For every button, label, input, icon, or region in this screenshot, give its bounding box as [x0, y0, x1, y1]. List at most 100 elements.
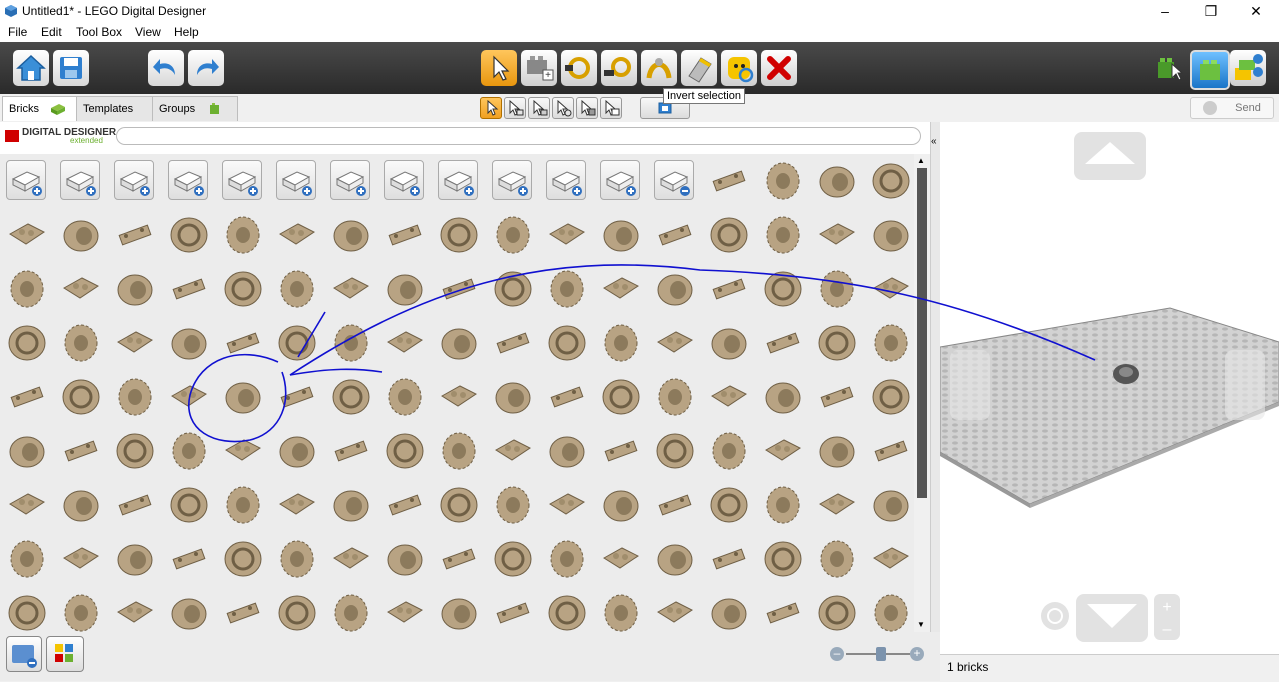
brick-part-icon[interactable] — [490, 374, 536, 420]
brick-category-button[interactable] — [114, 160, 154, 200]
building-guide-button[interactable] — [1230, 50, 1266, 86]
search-input[interactable] — [116, 127, 921, 145]
brick-part-icon[interactable] — [706, 482, 752, 528]
brick-part-icon[interactable] — [274, 266, 320, 312]
tab-bricks[interactable]: Bricks — [2, 96, 78, 121]
brick-part-icon[interactable] — [4, 482, 50, 528]
brick-part-icon[interactable] — [328, 482, 374, 528]
brick-category-button[interactable] — [330, 160, 370, 200]
scroll-up-icon[interactable]: ▲ — [917, 156, 925, 165]
brick-part-icon[interactable] — [598, 320, 644, 366]
select-connected-button[interactable] — [504, 97, 526, 119]
save-button[interactable] — [53, 50, 89, 86]
brick-category-button[interactable] — [600, 160, 640, 200]
palette-scroll-thumb[interactable] — [917, 168, 927, 498]
brick-part-icon[interactable] — [220, 266, 266, 312]
brick-part-icon[interactable] — [382, 428, 428, 474]
brick-part-icon[interactable] — [814, 374, 860, 420]
brick-part-icon[interactable] — [598, 482, 644, 528]
brick-part-icon[interactable] — [652, 374, 698, 420]
brick-part-icon[interactable] — [544, 428, 590, 474]
brick-part-icon[interactable] — [544, 590, 590, 632]
brick-part-icon[interactable] — [868, 374, 914, 420]
clone-tool-button[interactable]: + — [521, 50, 557, 86]
brick-part-icon[interactable] — [706, 212, 752, 258]
brick-part-icon[interactable] — [58, 428, 104, 474]
brick-part-icon[interactable] — [58, 536, 104, 582]
scroll-down-icon[interactable]: ▼ — [917, 620, 925, 629]
brick-part-icon[interactable] — [4, 320, 50, 366]
brick-part-icon[interactable] — [490, 482, 536, 528]
brick-part-icon[interactable] — [706, 536, 752, 582]
brick-category-button[interactable] — [384, 160, 424, 200]
brick-part-icon[interactable] — [760, 212, 806, 258]
brick-part-icon[interactable] — [220, 590, 266, 632]
brick-part-icon[interactable] — [598, 266, 644, 312]
brick-part-icon[interactable] — [490, 320, 536, 366]
brick-part-icon[interactable] — [274, 374, 320, 420]
brick-part-icon[interactable] — [814, 536, 860, 582]
brick-part-icon[interactable] — [760, 428, 806, 474]
select-multiple-button[interactable] — [600, 97, 622, 119]
menu-help[interactable]: Help — [174, 25, 199, 39]
brick-part-icon[interactable] — [814, 320, 860, 366]
brick-part-icon[interactable] — [652, 428, 698, 474]
brick-part-icon[interactable] — [58, 482, 104, 528]
brick-part-icon[interactable] — [220, 320, 266, 366]
brick-part-icon[interactable] — [760, 158, 806, 204]
brick-part-icon[interactable] — [544, 374, 590, 420]
brick-part-icon[interactable] — [598, 536, 644, 582]
menu-file[interactable]: File — [8, 25, 27, 39]
brick-part-icon[interactable] — [760, 266, 806, 312]
brick-part-icon[interactable] — [112, 590, 158, 632]
brick-part-icon[interactable] — [868, 590, 914, 632]
flex-tool-button[interactable] — [641, 50, 677, 86]
brick-part-icon[interactable] — [652, 536, 698, 582]
brick-part-icon[interactable] — [598, 428, 644, 474]
brick-category-button[interactable] — [222, 160, 262, 200]
brick-part-icon[interactable] — [598, 212, 644, 258]
brick-part-icon[interactable] — [490, 428, 536, 474]
brick-part-icon[interactable] — [382, 266, 428, 312]
brick-part-icon[interactable] — [166, 320, 212, 366]
brick-part-icon[interactable] — [58, 590, 104, 632]
hide-tool-button[interactable] — [721, 50, 757, 86]
redo-button[interactable] — [188, 50, 224, 86]
brick-part-icon[interactable] — [274, 482, 320, 528]
brick-part-icon[interactable] — [814, 482, 860, 528]
delete-tool-button[interactable] — [761, 50, 797, 86]
brick-part-icon[interactable] — [436, 428, 482, 474]
brick-part-icon[interactable] — [814, 212, 860, 258]
brick-part-icon[interactable] — [706, 374, 752, 420]
brick-part-icon[interactable] — [436, 266, 482, 312]
close-window-button[interactable]: ✕ — [1233, 0, 1279, 22]
brick-part-icon[interactable] — [490, 536, 536, 582]
brick-part-icon[interactable] — [382, 212, 428, 258]
brick-part-icon[interactable] — [598, 374, 644, 420]
brick-part-icon[interactable] — [166, 212, 212, 258]
brick-part-icon[interactable] — [868, 158, 914, 204]
brick-part-icon[interactable] — [166, 374, 212, 420]
brick-category-button[interactable] — [60, 160, 100, 200]
brick-part-icon[interactable] — [706, 590, 752, 632]
brick-part-icon[interactable] — [328, 266, 374, 312]
brick-part-icon[interactable] — [220, 482, 266, 528]
minimize-button[interactable]: – — [1142, 0, 1188, 22]
view-mode-button[interactable] — [1190, 50, 1230, 90]
tab-groups[interactable]: Groups — [152, 96, 238, 121]
brick-part-icon[interactable] — [436, 374, 482, 420]
brick-part-icon[interactable] — [274, 320, 320, 366]
brick-part-icon[interactable] — [58, 374, 104, 420]
brick-part-icon[interactable] — [868, 536, 914, 582]
brick-part-icon[interactable] — [220, 428, 266, 474]
brick-part-icon[interactable] — [706, 266, 752, 312]
brick-part-icon[interactable] — [544, 212, 590, 258]
brick-part-icon[interactable] — [382, 374, 428, 420]
brick-part-icon[interactable] — [436, 320, 482, 366]
brick-part-icon[interactable] — [868, 320, 914, 366]
select-tool-button[interactable] — [481, 50, 517, 86]
brick-part-icon[interactable] — [760, 536, 806, 582]
brick-part-icon[interactable] — [490, 266, 536, 312]
brick-part-icon[interactable] — [814, 158, 860, 204]
brick-part-icon[interactable] — [652, 590, 698, 632]
